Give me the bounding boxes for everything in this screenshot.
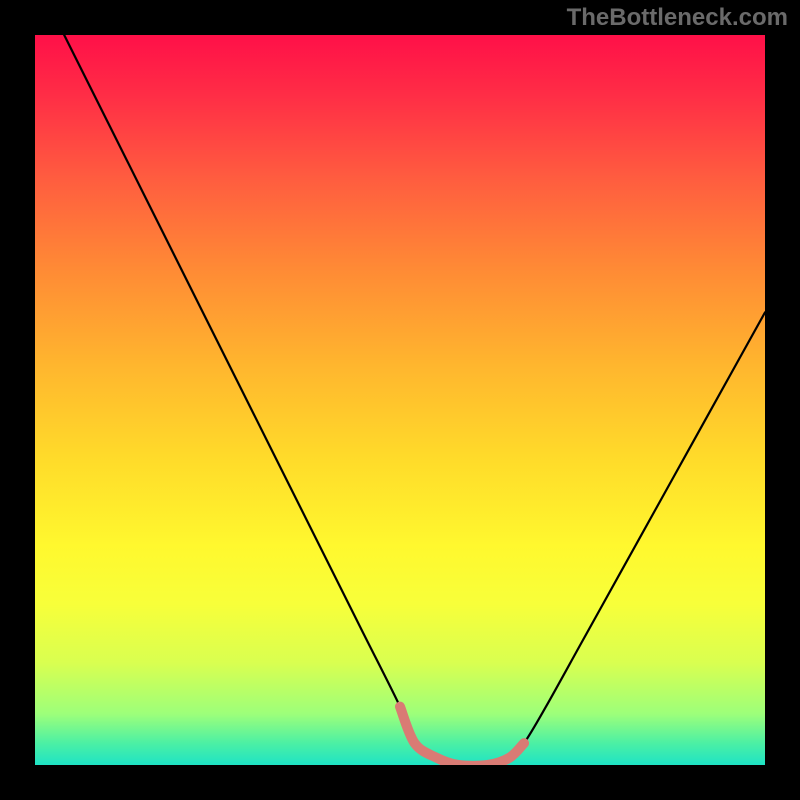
bottom-highlight: [400, 707, 524, 765]
chart-container: TheBottleneck.com: [0, 0, 800, 800]
curve-layer: [35, 35, 765, 765]
watermark-text: TheBottleneck.com: [567, 4, 788, 32]
curve-svg: [35, 35, 765, 765]
bottleneck-curve: [35, 35, 765, 765]
plot-area: [35, 35, 765, 765]
